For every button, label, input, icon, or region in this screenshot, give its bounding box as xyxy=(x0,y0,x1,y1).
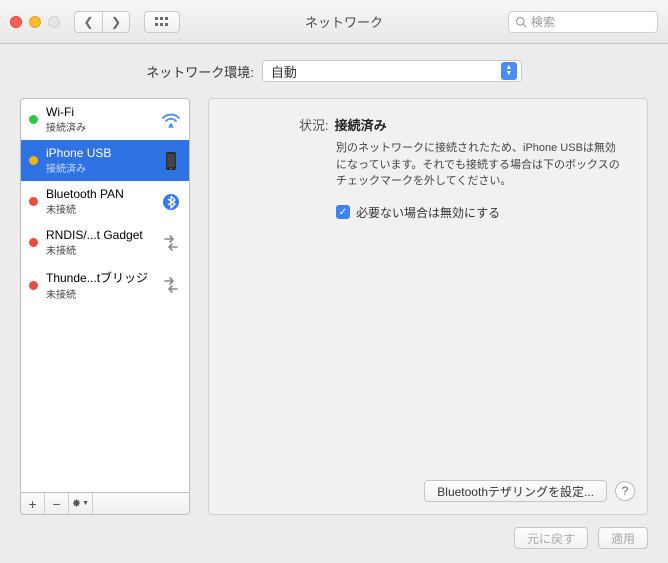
close-icon[interactable] xyxy=(10,16,22,28)
service-status: 接続済み xyxy=(46,160,153,175)
phone-icon xyxy=(161,151,181,171)
sidebar-item-0[interactable]: Wi-Fi 接続済み xyxy=(21,99,189,140)
status-dot-icon xyxy=(29,238,38,247)
configure-tethering-button[interactable]: Bluetoothテザリングを設定... xyxy=(424,480,607,502)
location-label: ネットワーク環境: xyxy=(146,62,254,81)
status-dot-icon xyxy=(29,197,38,206)
gear-menu-button[interactable]: ✸▼ xyxy=(69,493,93,514)
checkbox-icon: ✓ xyxy=(336,205,350,219)
zoom-icon xyxy=(48,16,60,28)
service-status: 未接続 xyxy=(46,286,153,301)
status-dot-icon xyxy=(29,281,38,290)
checkbox-label: 必要ない場合は無効にする xyxy=(356,204,500,221)
select-arrows-icon: ▲▼ xyxy=(501,62,517,80)
traffic-lights xyxy=(10,16,60,28)
remove-service-button[interactable]: − xyxy=(45,493,69,514)
grid-icon xyxy=(154,16,170,28)
status-description: 別のネットワークに接続されたため、iPhone USBは無効になっています。それ… xyxy=(221,140,635,190)
service-list[interactable]: Wi-Fi 接続済み iPhone USB 接続済み Bluetooth PAN… xyxy=(20,98,190,493)
back-button[interactable]: ❮ xyxy=(74,11,102,33)
titlebar: ❮ ❯ ネットワーク 検索 xyxy=(0,0,668,44)
gear-icon: ✸ xyxy=(72,497,81,510)
list-toolbar: + − ✸▼ xyxy=(20,493,190,515)
bluetooth-icon xyxy=(161,192,181,212)
service-name: Thunde...tブリッジ xyxy=(46,269,153,286)
service-name: Bluetooth PAN xyxy=(46,187,153,201)
location-select[interactable]: 自動 ▲▼ xyxy=(262,60,522,82)
wifi-icon xyxy=(161,110,181,130)
status-label: 状況: xyxy=(299,115,329,134)
location-row: ネットワーク環境: 自動 ▲▼ xyxy=(20,60,648,82)
show-all-button[interactable] xyxy=(144,11,180,33)
service-status: 未接続 xyxy=(46,242,153,257)
service-status: 接続済み xyxy=(46,119,153,134)
detail-panel: 状況: 接続済み 別のネットワークに接続されたため、iPhone USBは無効に… xyxy=(208,98,648,515)
status-row: 状況: 接続済み xyxy=(221,115,635,134)
search-input[interactable]: 検索 xyxy=(508,11,658,33)
service-status: 未接続 xyxy=(46,201,153,216)
service-name: RNDIS/...t Gadget xyxy=(46,228,153,242)
sidebar-item-4[interactable]: Thunde...tブリッジ 未接続 xyxy=(21,263,189,307)
status-dot-icon xyxy=(29,156,38,165)
sidebar: Wi-Fi 接続済み iPhone USB 接続済み Bluetooth PAN… xyxy=(20,98,190,515)
sidebar-item-1[interactable]: iPhone USB 接続済み xyxy=(21,140,189,181)
apply-button[interactable]: 適用 xyxy=(598,527,648,549)
add-service-button[interactable]: + xyxy=(21,493,45,514)
search-placeholder: 検索 xyxy=(531,13,555,30)
revert-button[interactable]: 元に戻す xyxy=(514,527,588,549)
window-title: ネットワーク xyxy=(188,12,500,31)
sync-icon xyxy=(161,275,181,295)
minimize-icon[interactable] xyxy=(29,16,41,28)
search-icon xyxy=(515,16,527,28)
sync-icon xyxy=(161,233,181,253)
forward-button[interactable]: ❯ xyxy=(102,11,130,33)
location-value: 自動 xyxy=(271,62,297,81)
nav-back-forward: ❮ ❯ xyxy=(74,11,130,33)
status-dot-icon xyxy=(29,115,38,124)
status-value: 接続済み xyxy=(335,115,387,134)
service-name: iPhone USB xyxy=(46,146,153,160)
sidebar-item-3[interactable]: RNDIS/...t Gadget 未接続 xyxy=(21,222,189,263)
chevron-down-icon: ▼ xyxy=(82,500,89,507)
footer: 元に戻す 適用 xyxy=(20,527,648,549)
sidebar-item-2[interactable]: Bluetooth PAN 未接続 xyxy=(21,181,189,222)
disable-checkbox-row[interactable]: ✓ 必要ない場合は無効にする xyxy=(221,204,635,221)
help-button[interactable]: ? xyxy=(615,481,635,501)
service-name: Wi-Fi xyxy=(46,105,153,119)
